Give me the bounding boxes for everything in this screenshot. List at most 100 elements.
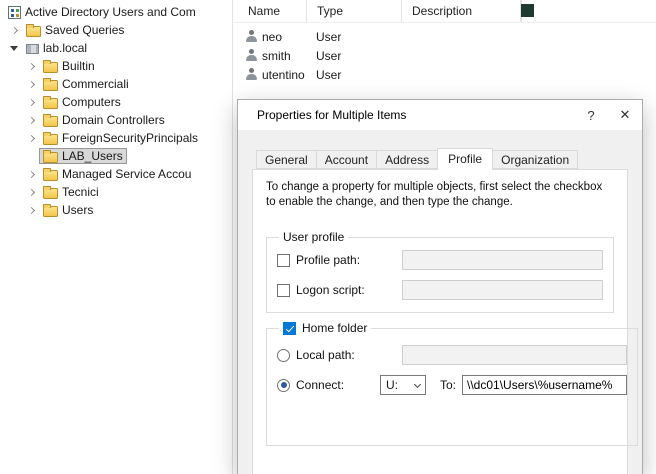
help-button[interactable]: ? <box>574 100 608 130</box>
tab-general[interactable]: General <box>256 150 317 169</box>
tree-item-computers[interactable]: Computers <box>0 93 232 111</box>
tab-strip: General Account Address Profile Organiza… <box>256 148 577 169</box>
column-label: Description <box>412 4 472 18</box>
logon-script-row: Logon script: <box>277 280 603 300</box>
tree-item-root[interactable]: Active Directory Users and Com <box>0 3 232 21</box>
folder-icon <box>43 206 58 217</box>
header-corner-icon <box>521 4 534 17</box>
chevron-right-icon[interactable] <box>23 64 39 69</box>
tree-item-label: Computers <box>62 95 121 109</box>
user-profile-group-label: User profile <box>279 230 348 244</box>
home-folder-label: Home folder <box>302 321 367 335</box>
chevron-down-icon[interactable] <box>6 46 22 51</box>
to-label: To: <box>440 378 456 392</box>
tab-address[interactable]: Address <box>376 150 438 169</box>
local-path-row: Local path: <box>277 345 627 365</box>
profile-path-input <box>402 250 603 270</box>
chevron-right-icon[interactable] <box>6 28 22 33</box>
tree-item-label: Commerciali <box>62 77 129 91</box>
tree-item-label: Builtin <box>62 59 95 73</box>
chevron-right-icon[interactable] <box>23 172 39 177</box>
profile-path-checkbox[interactable] <box>277 254 290 267</box>
tree-item-label: lab.local <box>43 41 87 55</box>
list-body: neo User smith User utentino User <box>234 23 656 84</box>
properties-dialog: Properties for Multiple Items ? ✕ Genera… <box>238 100 642 474</box>
user-icon <box>245 68 258 81</box>
tree-item-tecnici[interactable]: Tecnici <box>0 183 232 201</box>
logon-script-input <box>402 280 603 300</box>
dialog-title: Properties for Multiple Items <box>238 108 574 122</box>
drive-letter-value: U: <box>386 378 398 392</box>
tree-item-lab-users[interactable]: LAB_Users <box>0 147 232 165</box>
tree-item-label: LAB_Users <box>62 149 123 163</box>
tree-item-foreign-security-principals[interactable]: ForeignSecurityPrincipals <box>0 129 232 147</box>
chevron-right-icon[interactable] <box>23 136 39 141</box>
folder-icon <box>43 134 58 145</box>
tab-organization[interactable]: Organization <box>492 150 578 169</box>
user-name: neo <box>262 30 282 44</box>
chevron-right-icon[interactable] <box>23 190 39 195</box>
dialog-titlebar[interactable]: Properties for Multiple Items ? ✕ <box>238 100 642 130</box>
profile-path-row: Profile path: <box>277 250 603 270</box>
column-label: Name <box>248 4 280 18</box>
folder-icon <box>43 98 58 109</box>
tree-item-domain[interactable]: lab.local <box>0 39 232 57</box>
folder-icon <box>43 170 58 181</box>
folder-icon <box>43 80 58 91</box>
user-type: User <box>306 49 401 63</box>
chevron-right-icon[interactable] <box>23 118 39 123</box>
selected-tree-item[interactable]: LAB_Users <box>39 148 127 164</box>
user-type: User <box>306 30 401 44</box>
connect-row: Connect: U: To: <box>277 375 627 395</box>
column-header-description[interactable]: Description <box>401 0 521 22</box>
list-row-neo[interactable]: neo User <box>234 27 656 46</box>
list-row-smith[interactable]: smith User <box>234 46 656 65</box>
logon-script-label: Logon script: <box>296 283 402 297</box>
tree-item-managed-service-accounts[interactable]: Managed Service Accou <box>0 165 232 183</box>
logon-script-checkbox[interactable] <box>277 284 290 297</box>
chevron-down-icon <box>414 381 421 388</box>
tree-item-users[interactable]: Users <box>0 201 232 219</box>
column-header-name[interactable]: Name <box>234 0 306 22</box>
tree-item-label: Managed Service Accou <box>62 167 191 181</box>
drive-letter-select[interactable]: U: <box>380 375 426 395</box>
folder-icon <box>26 26 41 37</box>
connect-radio[interactable] <box>277 379 290 392</box>
instruction-text: To change a property for multiple object… <box>266 180 614 210</box>
tree-item-label: ForeignSecurityPrincipals <box>62 131 198 145</box>
directory-root-icon <box>8 6 21 19</box>
local-path-radio[interactable] <box>277 349 290 362</box>
user-profile-group: User profile Profile path: Logon script: <box>266 230 614 313</box>
folder-icon <box>43 188 58 199</box>
profile-path-label: Profile path: <box>296 253 402 267</box>
tree-item-saved-queries[interactable]: Saved Queries <box>0 21 232 39</box>
user-icon <box>245 30 258 43</box>
tree-item-commerciali[interactable]: Commerciali <box>0 75 232 93</box>
local-path-label: Local path: <box>296 348 402 362</box>
column-header-type[interactable]: Type <box>306 0 401 22</box>
folder-icon <box>43 152 58 163</box>
tree-item-label: Saved Queries <box>45 23 124 37</box>
console-tree: Active Directory Users and Com Saved Que… <box>0 0 233 474</box>
folder-icon <box>43 116 58 127</box>
tab-profile[interactable]: Profile <box>437 148 493 170</box>
list-row-utentino[interactable]: utentino User <box>234 65 656 84</box>
close-button[interactable]: ✕ <box>608 100 642 130</box>
home-folder-checkbox[interactable] <box>283 322 296 335</box>
tree-item-domain-controllers[interactable]: Domain Controllers <box>0 111 232 129</box>
user-name: utentino <box>262 68 305 82</box>
domain-icon <box>26 44 39 54</box>
chevron-right-icon[interactable] <box>23 208 39 213</box>
chevron-right-icon[interactable] <box>23 100 39 105</box>
chevron-right-icon[interactable] <box>23 82 39 87</box>
user-icon <box>245 49 258 62</box>
tab-account[interactable]: Account <box>316 150 377 169</box>
column-label: Type <box>317 4 343 18</box>
user-name: smith <box>262 49 291 63</box>
home-folder-group-label: Home folder <box>279 321 371 335</box>
tree-item-label: Users <box>62 203 93 217</box>
tree-item-builtin[interactable]: Builtin <box>0 57 232 75</box>
home-folder-path-input[interactable] <box>462 375 627 395</box>
home-folder-group: Home folder Local path: Connect: U: To: <box>266 321 638 446</box>
user-type: User <box>306 68 401 82</box>
